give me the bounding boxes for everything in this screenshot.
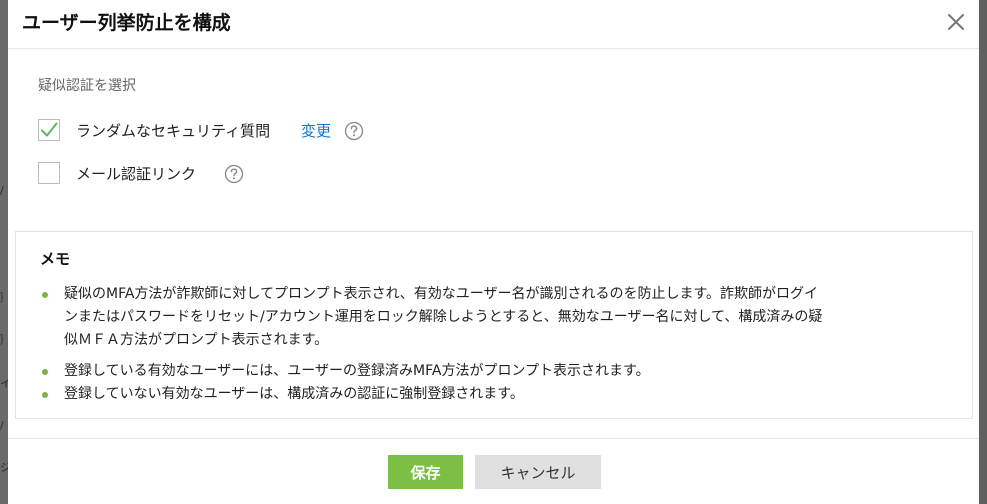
question-circle-icon[interactable] [344, 121, 364, 141]
memo-item-line: 疑似のMFA方法が詐欺師に対してプロンプト表示され、有効なユーザー名が識別される… [64, 286, 819, 302]
background-text-fragment: イ [0, 378, 8, 390]
memo-box: メモ 疑似のMFA方法が詐欺師に対してプロンプト表示され、有効なユーザー名が識別… [15, 231, 973, 419]
bullet-dot [42, 292, 48, 298]
memo-item: 登録していない有効なユーザーは、構成済みの認証に強制登録されます。 [40, 383, 960, 406]
email-link-checkbox[interactable] [38, 162, 60, 184]
bullet-dot [42, 392, 48, 398]
close-icon [948, 14, 964, 30]
memo-item: 疑似のMFA方法が詐欺師に対してプロンプト表示され、有効なユーザー名が識別される… [40, 283, 960, 352]
background-text-fragment: ｝ [0, 334, 8, 346]
security-question-checkbox[interactable] [38, 119, 60, 141]
background-text-fragment: / [0, 185, 4, 197]
section-label: 疑似認証を選択 [38, 78, 136, 94]
cancel-button[interactable]: キャンセル [475, 455, 601, 489]
background-text-fragment: / [0, 420, 4, 432]
dialog-header: ユーザー列挙防止を構成 [8, 0, 979, 49]
dialog-title: ユーザー列挙防止を構成 [22, 12, 231, 34]
close-button[interactable] [944, 10, 968, 34]
memo-item-text: 登録している有効なユーザーには、ユーザーの登録済みMFA方法がプロンプト表示され… [64, 363, 650, 379]
memo-title: メモ [40, 250, 71, 268]
checkmark-icon [41, 122, 58, 137]
question-circle-icon[interactable] [224, 164, 244, 184]
configure-enumeration-dialog: ユーザー列挙防止を構成 疑似認証を選択 ランダムなセキュリティ質問 変更 メール… [8, 0, 979, 504]
security-question-label: ランダムなセキュリティ質問 [76, 122, 271, 140]
memo-item-line: ンまたはパスワードをリセット/アカウント運用をロック解除しようとすると、無効なユ… [64, 309, 823, 325]
memo-item-text: 登録していない有効なユーザーは、構成済みの認証に強制登録されます。 [64, 386, 524, 402]
dialog-footer: 保存 キャンセル [8, 438, 979, 504]
background-text-fragment: ｝ [0, 292, 8, 304]
memo-list: 疑似のMFA方法が詐欺師に対してプロンプト表示され、有効なユーザー名が識別される… [40, 283, 960, 406]
memo-item: 登録している有効なユーザーには、ユーザーの登録済みMFA方法がプロンプト表示され… [40, 360, 960, 383]
save-button[interactable]: 保存 [388, 455, 463, 489]
email-link-label: メール認証リンク [76, 165, 197, 183]
background-text-fragment: ジ [0, 462, 8, 474]
change-link[interactable]: 変更 [301, 121, 331, 141]
bullet-dot [42, 369, 48, 375]
memo-item-line: 似ＭＦＡ方法がプロンプト表示されます。 [64, 332, 329, 348]
